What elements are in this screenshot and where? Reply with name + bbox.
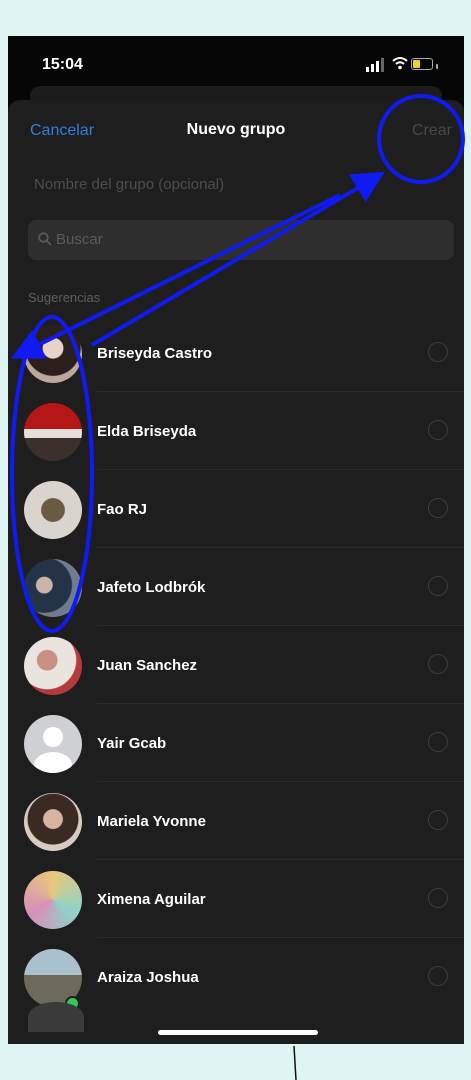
contact-row[interactable]: Ximena Aguilar: [8, 860, 464, 938]
status-icons: [366, 56, 446, 72]
select-radio[interactable]: [428, 342, 448, 362]
select-radio[interactable]: [428, 420, 448, 440]
select-radio[interactable]: [428, 732, 448, 752]
avatar: [24, 637, 82, 695]
home-indicator: [158, 1030, 318, 1035]
contact-name: Mariela Yvonne: [97, 813, 206, 830]
avatar: [24, 871, 82, 929]
contact-name: Yair Gcab: [97, 735, 167, 752]
contact-row[interactable]: Briseyda Castro: [8, 314, 464, 392]
contact-row[interactable]: Mariela Yvonne: [8, 782, 464, 860]
select-radio[interactable]: [428, 498, 448, 518]
default-person-icon: [24, 715, 82, 773]
avatar: [24, 403, 82, 461]
contact-name: Ximena Aguilar: [97, 891, 206, 908]
avatar: [24, 559, 82, 617]
search-placeholder: Buscar: [56, 231, 103, 248]
avatar: [28, 1002, 84, 1032]
wifi-icon: [392, 57, 408, 70]
contact-name: Briseyda Castro: [97, 345, 213, 362]
phone-screen: 15:04 Cancelar Nuevo grupo Crear Nombre: [8, 36, 464, 1044]
search-icon: [38, 232, 52, 246]
contact-row[interactable]: Juan Sanchez: [8, 626, 464, 704]
avatar: [24, 793, 82, 851]
select-radio[interactable]: [428, 888, 448, 908]
select-radio[interactable]: [428, 654, 448, 674]
annotation-stroke: [293, 1045, 297, 1080]
search-input[interactable]: Buscar: [28, 220, 454, 260]
avatar: [24, 325, 82, 383]
select-radio[interactable]: [428, 576, 448, 596]
avatar: [24, 481, 82, 539]
page-title: Nuevo grupo: [186, 121, 286, 138]
new-group-sheet: Cancelar Nuevo grupo Crear Nombre del gr…: [8, 100, 464, 1044]
select-radio[interactable]: [428, 966, 448, 986]
contact-name: Araiza Joshua: [97, 969, 199, 986]
section-header: Sugerencias: [28, 290, 101, 305]
contact-row[interactable]: Jafeto Lodbrók: [8, 548, 464, 626]
contact-name: Elda Briseyda: [97, 423, 197, 440]
contact-name: Juan Sanchez: [97, 657, 198, 674]
battery-icon: [411, 58, 438, 70]
create-button[interactable]: Crear: [412, 122, 452, 140]
contact-row[interactable]: Yair Gcab: [8, 704, 464, 782]
contact-name: Jafeto Lodbrók: [97, 579, 206, 596]
contact-row[interactable]: Araiza Joshua: [8, 938, 464, 1016]
contact-row[interactable]: Elda Briseyda: [8, 392, 464, 470]
status-time: 15:04: [42, 56, 83, 73]
group-name-input[interactable]: Nombre del grupo (opcional): [34, 176, 224, 193]
contact-name: Fao RJ: [97, 501, 148, 518]
contact-row[interactable]: Fao RJ: [8, 470, 464, 548]
select-radio[interactable]: [428, 810, 448, 830]
